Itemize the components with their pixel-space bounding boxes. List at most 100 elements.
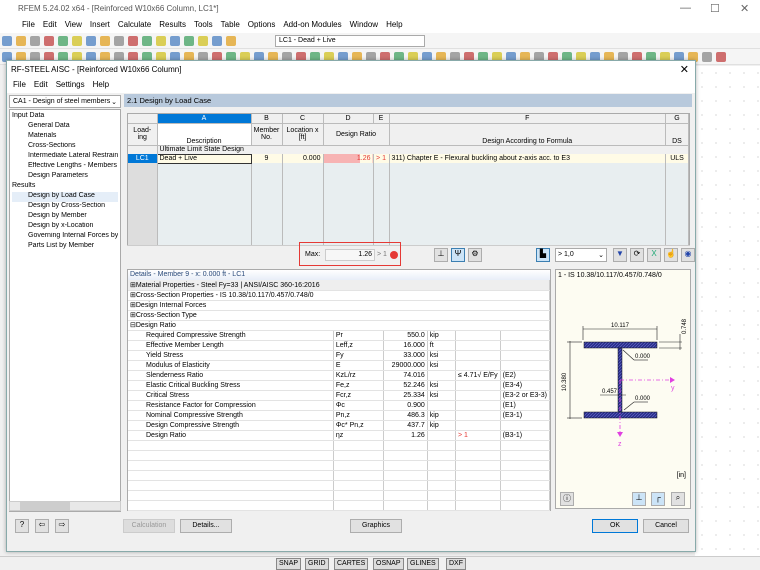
pointer-icon[interactable]: ☝ — [664, 248, 678, 262]
relationship-button[interactable]: Ψ — [451, 248, 465, 262]
toolbar-button-icon[interactable] — [702, 52, 712, 62]
toolbar-button-icon[interactable] — [44, 36, 54, 46]
maximize-button[interactable]: ☐ — [710, 2, 720, 15]
minimize-button[interactable]: — — [680, 2, 691, 14]
menu-insert[interactable]: Insert — [90, 20, 110, 33]
toolbar-button-icon[interactable] — [716, 52, 726, 62]
toolbar-button-icon[interactable] — [142, 36, 152, 46]
menu-tools[interactable]: Tools — [194, 20, 213, 33]
tree-item[interactable]: Intermediate Lateral Restraints — [12, 152, 118, 162]
refresh-icon[interactable]: ⟳ — [630, 248, 644, 262]
tree-item[interactable]: Effective Lengths - Members — [12, 162, 118, 172]
toolbar-button-icon[interactable] — [198, 36, 208, 46]
toolbar-button-icon[interactable] — [156, 36, 166, 46]
toolbar-button-icon[interactable] — [72, 36, 82, 46]
details-group[interactable]: ⊞Material Properties - Steel Fy=33 | ANS… — [128, 280, 550, 291]
dialog-menu-settings[interactable]: Settings — [56, 80, 85, 93]
toolbar-button-icon[interactable] — [128, 36, 138, 46]
cell-flag[interactable]: > 1 — [373, 154, 390, 163]
eye-icon[interactable]: ◉ — [681, 248, 695, 262]
ok-button[interactable]: OK — [592, 519, 638, 533]
toolbar-button-icon[interactable] — [226, 36, 236, 46]
tree-item[interactable]: Design Parameters — [12, 172, 118, 182]
menu-add-on-modules[interactable]: Add-on Modules — [283, 20, 341, 33]
filter-icon[interactable]: ▼ — [613, 248, 627, 262]
col-letter-c[interactable]: C — [282, 114, 324, 124]
menu-table[interactable]: Table — [221, 20, 240, 33]
status-grid[interactable]: GRID — [305, 558, 329, 570]
menu-calculate[interactable]: Calculate — [118, 20, 151, 33]
tree-scrollbar[interactable] — [9, 501, 121, 511]
case-combo[interactable]: CA1 - Design of steel members ⌄ — [9, 95, 121, 108]
toolbar-button-icon[interactable] — [114, 36, 124, 46]
menu-edit[interactable]: Edit — [43, 20, 57, 33]
col-letter-f[interactable]: F — [389, 114, 666, 124]
tree-item[interactable]: Results — [12, 182, 118, 192]
tree-item[interactable]: Design by Cross-Section — [12, 202, 118, 212]
tree-item[interactable]: Design by x-Location — [12, 222, 118, 232]
details-group[interactable]: ⊞Cross-Section Type — [128, 310, 550, 321]
tree-item[interactable]: General Data — [12, 122, 118, 132]
graphics-button[interactable]: Graphics — [350, 519, 402, 533]
export-excel-icon[interactable]: X — [647, 248, 661, 262]
cell-formula[interactable]: 311) Chapter E - Flexural buckling about… — [389, 154, 666, 163]
tree-item[interactable]: Input Data — [12, 112, 118, 122]
table-row[interactable]: LC1 Dead + Live 9 0.000 1.26 > 1 311) Ch… — [128, 153, 689, 164]
col-letter-d[interactable]: D — [323, 114, 374, 124]
menu-help[interactable]: Help — [386, 20, 402, 33]
toolbar-button-icon[interactable] — [184, 36, 194, 46]
tree-item[interactable]: Cross-Sections — [12, 142, 118, 152]
tree-item[interactable]: Materials — [12, 132, 118, 142]
color-bar-button[interactable]: ▙ — [536, 248, 550, 262]
export-icon[interactable]: ⇨ — [55, 519, 69, 533]
close-app-button[interactable]: ✕ — [740, 2, 749, 15]
cell-location[interactable]: 0.000 — [282, 154, 324, 163]
details-group[interactable]: ⊞Cross-Section Properties - IS 10.38/10.… — [128, 290, 550, 301]
view-mode-button[interactable]: ⚙ — [468, 248, 482, 262]
details-group[interactable]: ⊟Design Ratio — [128, 320, 550, 331]
toolbar-button-icon[interactable] — [86, 36, 96, 46]
status-snap[interactable]: SNAP — [276, 558, 302, 570]
cell-ds[interactable]: ULS — [665, 154, 689, 163]
toolbar-button-icon[interactable] — [30, 36, 40, 46]
filter-combo[interactable]: > 1,0 ⌄ — [555, 248, 607, 262]
details-button[interactable]: Details... — [180, 519, 232, 533]
tree-item[interactable]: Design by Member — [12, 212, 118, 222]
tree-item[interactable]: Design by Load Case — [12, 192, 118, 202]
tree-item[interactable]: Parts List by Member — [12, 242, 118, 252]
toolbar-button-icon[interactable] — [2, 36, 12, 46]
show-member-button[interactable]: ⊥ — [434, 248, 448, 262]
col-letter-e[interactable]: E — [373, 114, 390, 124]
zoom-icon[interactable]: ⌕ — [671, 492, 685, 506]
tree-item[interactable]: Governing Internal Forces by Member — [12, 232, 118, 242]
status-cartes[interactable]: CARTES — [334, 558, 369, 570]
status-glines[interactable]: GLINES — [407, 558, 439, 570]
cell-ratio[interactable]: 1.26 — [323, 154, 374, 163]
col-letter-a[interactable]: A — [157, 114, 252, 124]
toolbar-button-icon[interactable] — [100, 36, 110, 46]
details-group[interactable]: ⊞Design Internal Forces — [128, 300, 550, 311]
cell-member[interactable]: 9 — [251, 154, 283, 163]
col-letter-g[interactable]: G — [665, 114, 689, 124]
dialog-menu-file[interactable]: File — [13, 80, 26, 93]
menu-results[interactable]: Results — [159, 20, 186, 33]
cell-description[interactable]: Dead + Live — [156, 153, 252, 164]
menu-file[interactable]: File — [22, 20, 35, 33]
menu-options[interactable]: Options — [248, 20, 276, 33]
info-icon[interactable]: ⓘ — [560, 492, 574, 506]
toolbar-button-icon[interactable] — [212, 36, 222, 46]
dialog-close-button[interactable]: ✕ — [680, 63, 689, 76]
axes-button[interactable]: ┌ — [651, 492, 665, 506]
toolbar-button-icon[interactable] — [58, 36, 68, 46]
loadcase-combo[interactable]: LC1 - Dead + Live — [275, 35, 425, 47]
status-osnap[interactable]: OSNAP — [373, 558, 404, 570]
dialog-menu-help[interactable]: Help — [93, 80, 109, 93]
dialog-menu-edit[interactable]: Edit — [34, 80, 48, 93]
toolbar-button-icon[interactable] — [16, 36, 26, 46]
menu-view[interactable]: View — [65, 20, 82, 33]
menu-window[interactable]: Window — [350, 20, 378, 33]
col-letter-b[interactable]: B — [251, 114, 283, 124]
toolbar-button-icon[interactable] — [170, 36, 180, 46]
help-icon[interactable]: ? — [15, 519, 29, 533]
status-dxf[interactable]: DXF — [446, 558, 466, 570]
